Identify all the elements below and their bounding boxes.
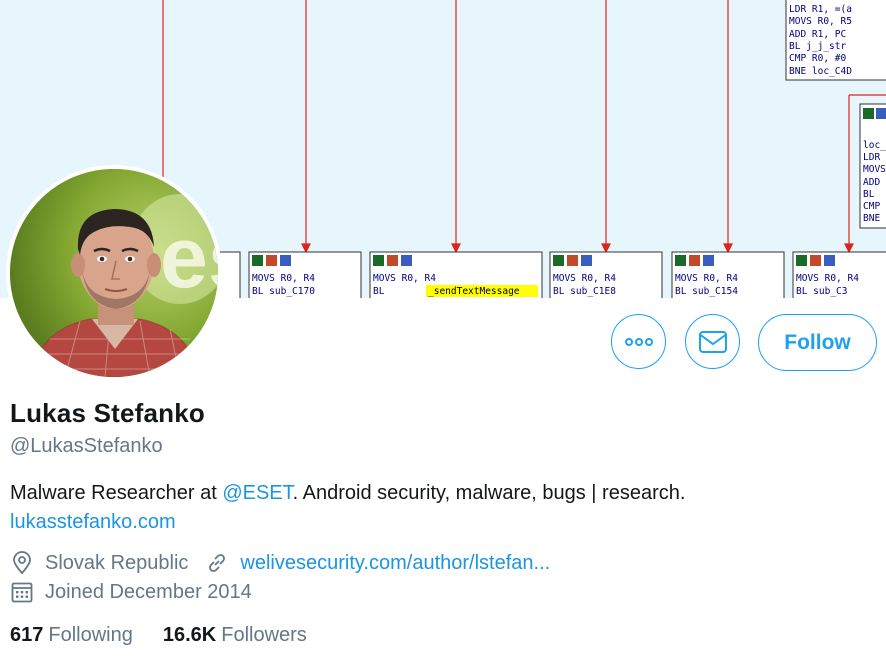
svg-text:CMP R0, #0: CMP R0, #0: [789, 53, 846, 64]
profile-bio: Malware Researcher at @ESET. Android sec…: [10, 479, 870, 537]
highlighted-symbol: _sendTextMessage: [428, 286, 520, 297]
asm-line: MOVS R0, R4: [252, 273, 315, 284]
svg-text:LDR: LDR: [863, 152, 880, 163]
calendar-icon: [10, 580, 34, 604]
block-toolbar-icon: [387, 255, 398, 266]
block-toolbar-icon: [824, 255, 835, 266]
code-block: MOVS R0, R4 BL sub_C170: [248, 251, 362, 298]
svg-text:LDR R1, =(a: LDR R1, =(a: [789, 4, 852, 15]
right-code-block: loc_ LDR MOVS ADD BL CMP BNE: [859, 103, 886, 229]
svg-text:BNE: BNE: [863, 213, 880, 224]
profile-handle: @LukasStefanko: [10, 435, 163, 457]
svg-text:MOVS: MOVS: [863, 164, 886, 175]
asm-line: BL: [373, 286, 385, 297]
asm-line: MOVS R0, R4: [796, 273, 859, 284]
block-toolbar-icon: [266, 255, 277, 266]
location-pin-icon: [10, 551, 34, 575]
bio-mention-link[interactable]: @ESET: [222, 482, 292, 504]
followers-stat[interactable]: 16.6K Followers: [163, 624, 307, 647]
link-icon: [205, 551, 229, 575]
asm-line: BL sub_C3: [796, 286, 847, 297]
profile-meta-row: Slovak Republic welivesecurity.com/autho…: [10, 551, 550, 575]
asm-line: BL sub_C154: [675, 286, 738, 297]
profile-name: Lukas Stefanko: [10, 398, 205, 428]
message-button[interactable]: [685, 314, 740, 369]
asm-line: MOVS R0, R4: [373, 273, 436, 284]
profile-joined-date: Joined December 2014: [45, 580, 252, 603]
code-block: MOVS R0, R4 BL _sendTextMessage: [369, 251, 543, 298]
code-block: MOVS R0, R4 BL sub_C154: [671, 251, 785, 298]
block-toolbar-icon: [567, 255, 578, 266]
profile-website-link[interactable]: welivesecurity.com/author/lstefan...: [240, 552, 550, 575]
block-toolbar-icon: [373, 255, 384, 266]
block-toolbar-icon: [581, 255, 592, 266]
block-toolbar-icon: [280, 255, 291, 266]
more-horizontal-icon: [624, 337, 653, 346]
asm-line: BL sub_C1E8: [553, 286, 616, 297]
follow-button[interactable]: Follow: [758, 314, 877, 371]
svg-text:ADD: ADD: [863, 177, 880, 188]
svg-text:loc_: loc_: [863, 140, 886, 151]
profile-location: Slovak Republic: [45, 551, 189, 574]
bottom-code-blocks: MOVS R0, R4 BL sub_C170 MOVS R0, R4 BL _sen…: [209, 251, 886, 298]
block-toolbar-icon: [252, 255, 263, 266]
profile-photo: es: [10, 169, 218, 377]
block-toolbar-icon: [796, 255, 807, 266]
envelope-icon: [698, 330, 727, 353]
bio-website-link[interactable]: lukasstefanko.com: [10, 511, 176, 533]
block-toolbar-icon: [810, 255, 821, 266]
bio-text-suffix: . Android security, malware, bugs | rese…: [292, 482, 686, 504]
more-options-button[interactable]: [611, 314, 666, 369]
block-toolbar-icon: [703, 255, 714, 266]
asm-line: BL sub_C170: [252, 286, 315, 297]
asm-line: MOVS R0, R4: [553, 273, 616, 284]
code-block: MOVS R0, R4 BL sub_C1E8: [549, 251, 663, 298]
profile-stats: 617 Following 16.6K Followers: [10, 624, 337, 647]
svg-text:ADD R1, PC: ADD R1, PC: [789, 29, 846, 40]
svg-text:BL j_j_str: BL j_j_str: [789, 41, 846, 52]
profile-joined-row: Joined December 2014: [10, 580, 252, 604]
svg-text:es: es: [160, 210, 218, 306]
block-toolbar-icon: [675, 255, 686, 266]
asm-line: MOVS R0, R4: [675, 273, 738, 284]
code-block: MOVS R0, R4 BL sub_C3: [792, 251, 886, 298]
avatar[interactable]: es: [6, 165, 222, 381]
following-stat[interactable]: 617 Following: [10, 624, 133, 647]
following-count: 617: [10, 624, 44, 646]
following-label: Following: [48, 624, 133, 646]
followers-label: Followers: [221, 624, 307, 646]
block-toolbar-icon: [553, 255, 564, 266]
svg-text:CMP: CMP: [863, 201, 880, 212]
bio-text-prefix: Malware Researcher at: [10, 482, 223, 504]
svg-text:BNE loc_C4D: BNE loc_C4D: [789, 66, 852, 77]
top-code-block: LDR R1, =(a MOVS R0, R5 ADD R1, PC BL j_…: [785, 0, 886, 81]
followers-count: 16.6K: [162, 624, 217, 646]
block-toolbar-icon: [401, 255, 412, 266]
block-toolbar-icon: [689, 255, 700, 266]
svg-text:MOVS R0, R5: MOVS R0, R5: [789, 16, 852, 27]
svg-text:BL: BL: [863, 189, 875, 200]
